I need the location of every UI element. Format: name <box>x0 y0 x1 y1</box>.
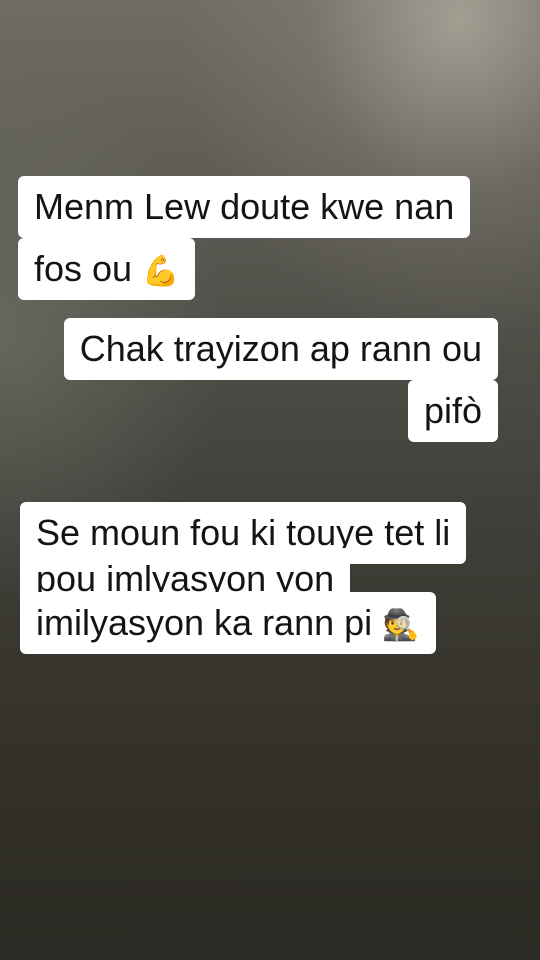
caption-line: pifò <box>30 380 498 442</box>
caption-block-1: Menm Lew doute kwe nan fos ou 💪 <box>18 176 508 300</box>
caption-line: Menm Lew doute kwe nan <box>18 176 508 238</box>
flexed-biceps-icon: 💪 <box>142 254 180 289</box>
video-background <box>0 0 540 960</box>
caption-text: pifò <box>407 380 498 442</box>
caption-line: fos ou 💪 <box>18 238 508 300</box>
caption-text: Menm Lew doute kwe nan <box>18 176 471 238</box>
caption-block-2: Chak trayizon ap rann ou pifò <box>30 318 498 442</box>
caption-line: imilyasyon ka rann pi 🕵 <box>20 592 520 654</box>
caption-block-3: Se moun fou ki touye tet li pou imlyasyo… <box>20 502 520 654</box>
detective-icon: 🕵 <box>382 608 420 643</box>
caption-text: imilyasyon ka rann pi 🕵 <box>20 592 436 654</box>
caption-text: Chak trayizon ap rann ou <box>63 318 498 380</box>
caption-line: Chak trayizon ap rann ou <box>30 318 498 380</box>
caption-text: fos ou 💪 <box>18 238 196 300</box>
